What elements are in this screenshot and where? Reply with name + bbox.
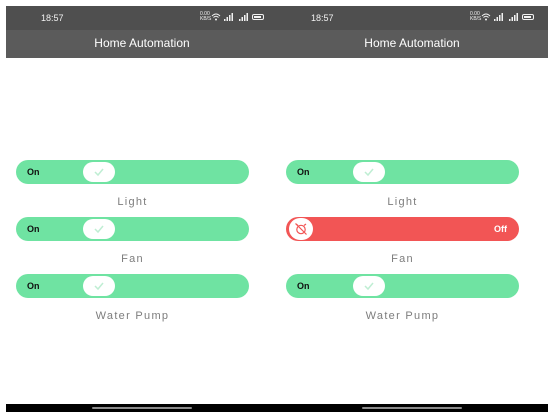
fan-toggle[interactable]: Off: [286, 217, 519, 241]
app-bar: Home Automation: [276, 30, 548, 58]
check-icon: [94, 282, 104, 291]
check-icon: [94, 168, 104, 177]
device-label-water-pump: Water Pump: [365, 310, 440, 322]
status-time: 18:57: [41, 13, 64, 23]
battery-icon: [522, 14, 534, 20]
navigation-bar: [6, 404, 278, 412]
toggle-state-label: On: [27, 281, 40, 291]
toggle-state-label: On: [27, 224, 40, 234]
screenshot-canvas: 18:57 0.00 KB/S Home Automation On Light…: [0, 0, 552, 412]
toggle-state-label: Off: [494, 224, 507, 234]
check-icon: [364, 282, 374, 291]
alarm-off-icon: [295, 223, 307, 235]
check-icon: [94, 225, 104, 234]
device-label-fan: Fan: [121, 253, 144, 265]
device-label-fan: Fan: [391, 253, 414, 265]
status-bar: 18:57 0.00 KB/S: [276, 6, 548, 30]
light-toggle[interactable]: On: [16, 160, 249, 184]
signal-icon: [494, 13, 503, 21]
toggle-knob[interactable]: [353, 276, 385, 296]
status-bar: 18:57 0.00 KB/S: [6, 6, 278, 30]
status-time: 18:57: [311, 13, 334, 23]
phone-screen-2: 18:57 0.00 KB/S Home Automation On Light…: [276, 6, 548, 412]
device-list: On Light Off Fan On Water Pump: [276, 58, 548, 402]
app-title: Home Automation: [94, 36, 190, 50]
water-pump-toggle[interactable]: On: [16, 274, 249, 298]
light-toggle[interactable]: On: [286, 160, 519, 184]
app-bar: Home Automation: [6, 30, 278, 58]
network-speed: 0.00 KB/S: [470, 11, 482, 22]
toggle-knob[interactable]: [353, 162, 385, 182]
signal-icon-2: [509, 13, 518, 21]
status-icons: 0.00 KB/S: [200, 12, 264, 22]
signal-icon: [224, 13, 233, 21]
status-icons: 0.00 KB/S: [470, 12, 534, 22]
device-label-light: Light: [117, 196, 148, 208]
battery-icon: [252, 14, 264, 20]
app-title: Home Automation: [364, 36, 460, 50]
toggle-knob[interactable]: [289, 218, 313, 240]
water-pump-toggle[interactable]: On: [286, 274, 519, 298]
check-icon: [364, 168, 374, 177]
toggle-knob[interactable]: [83, 162, 115, 182]
toggle-knob[interactable]: [83, 276, 115, 296]
signal-icon-2: [239, 13, 248, 21]
home-gesture-handle[interactable]: [92, 407, 192, 409]
phone-screen-1: 18:57 0.00 KB/S Home Automation On Light…: [6, 6, 278, 412]
device-label-water-pump: Water Pump: [95, 310, 170, 322]
device-list: On Light On Fan On Water Pump: [6, 58, 278, 402]
network-speed: 0.00 KB/S: [200, 11, 212, 22]
fan-toggle[interactable]: On: [16, 217, 249, 241]
wifi-icon: [211, 13, 221, 21]
toggle-state-label: On: [297, 167, 310, 177]
navigation-bar: [276, 404, 548, 412]
toggle-state-label: On: [297, 281, 310, 291]
toggle-knob[interactable]: [83, 219, 115, 239]
home-gesture-handle[interactable]: [362, 407, 462, 409]
toggle-state-label: On: [27, 167, 40, 177]
device-label-light: Light: [387, 196, 418, 208]
wifi-icon: [481, 13, 491, 21]
